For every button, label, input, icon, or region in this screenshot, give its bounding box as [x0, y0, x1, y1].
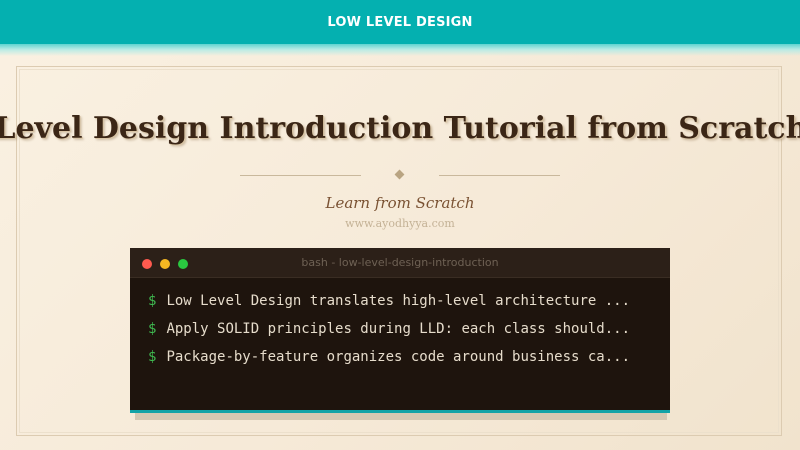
top-bar: LOW LEVEL DESIGN — [0, 0, 800, 44]
terminal-line-text: Apply SOLID principles during LLD: each … — [166, 321, 631, 337]
divider-line-left — [240, 175, 361, 176]
website-url: www.ayodhyya.com — [345, 217, 455, 230]
prompt-symbol: $ — [148, 293, 157, 309]
terminal-line: $ Low Level Design translates high-level … — [148, 292, 658, 310]
terminal-title: bash - low-level-design-introduction — [301, 256, 499, 269]
page-headline: Low Level Design Introduction Tutorial f… — [0, 111, 800, 146]
terminal-line: $ Apply SOLID principles during LLD: each… — [148, 320, 658, 338]
terminal-line-text: Package-by-feature organizes code around… — [166, 349, 631, 365]
site-title: LOW LEVEL DESIGN — [327, 14, 473, 30]
terminal-line: $ Package-by-feature organizes code aroun… — [148, 348, 658, 366]
prompt-symbol: $ — [148, 321, 157, 337]
divider-line-right — [439, 175, 560, 176]
diamond-icon — [394, 169, 405, 180]
terminal-line-text: Low Level Design translates high-level a… — [166, 293, 631, 309]
headline-container: Low Level Design Introduction Tutorial f… — [0, 104, 800, 158]
terminal-window: bash - low-level-design-introduction $ Lo… — [130, 248, 670, 413]
ornamental-divider — [240, 168, 560, 182]
top-bar-glow — [0, 44, 800, 56]
terminal-titlebar: bash - low-level-design-introduction — [130, 248, 670, 278]
page-subtitle: Learn from Scratch — [325, 194, 475, 212]
prompt-symbol: $ — [148, 349, 157, 365]
